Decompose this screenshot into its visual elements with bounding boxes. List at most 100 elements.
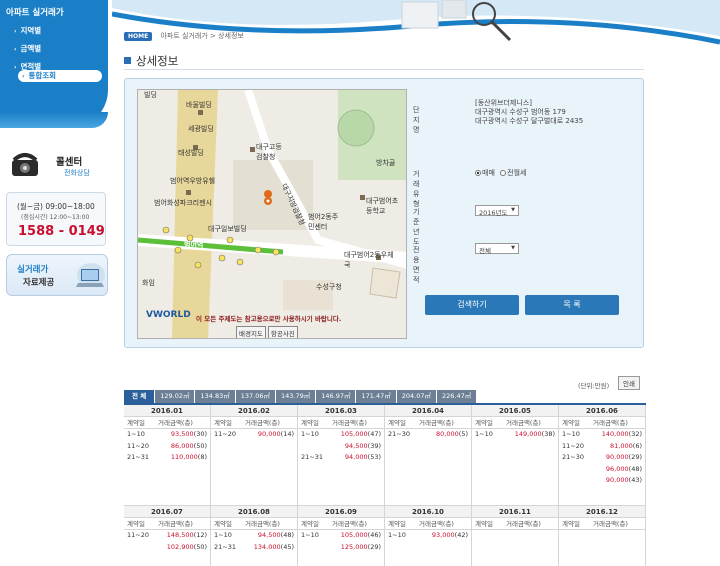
trade-amount: 96,000(48) [606,464,642,476]
chevron-down-icon: ▼ [511,245,515,251]
location-map[interactable]: 빌딩 바울빌딩 세광빌딩 태성빌딩 범어역우방유쉘 범어화성파크리젠시 대구일보… [137,89,407,339]
month-header: 2016.09 [298,506,384,518]
amount-value: 93,000 [431,531,455,539]
col-amount-label: 거래금액(층) [245,419,280,427]
col-day-label: 계약일 [214,520,232,528]
trade-amount: 110,000(8) [171,452,207,464]
map-label: 세광빌딩 [188,125,214,133]
month-block: 2016.10 계약일 거래금액(층) 1~10 93,000(42) [385,506,472,566]
amount-value: 149,000 [514,430,542,438]
trade-period: 21~31 [214,542,236,551]
map-label: 화임 [142,279,155,287]
trade-amount: 140,000(32) [602,429,642,441]
sidebar-item-combined[interactable]: › 통합조회 [18,70,102,82]
month-header: 2016.08 [211,506,297,518]
floor-value: (38) [541,430,555,438]
title-divider [124,69,644,70]
trade-amount: 81,000(6) [610,441,642,453]
amount-value: 86,000 [170,441,194,450]
home-link[interactable]: HOME [124,32,153,41]
data-provision-banner[interactable]: 실거래가 자료제공 [6,254,108,296]
floor-value: (32) [628,430,642,438]
map-warning: 이 모든 주제도는 참고용으로만 사용하시기 바랍니다. [196,315,342,323]
month-header: 2016.03 [298,405,384,417]
col-day-label: 계약일 [127,520,145,528]
road-address: 대구광역시 수성구 달구벌대로 2435 [475,117,584,125]
callcenter: 콜센터 전화상담 [8,148,106,184]
col-amount-label: 거래금액(층) [593,419,628,427]
trade-period: 11~20 [127,441,149,450]
trade-period: 1~10 [214,531,232,539]
radio-sale[interactable] [475,170,481,176]
amount-value: 102,900 [166,542,194,551]
table-row: 96,000(48) [559,464,645,476]
column-header: 계약일 거래금액(층) [472,518,558,530]
table-row: 21~31 94,000(53) [298,452,384,464]
sidebar-item-region[interactable]: › 지역별 [14,22,41,40]
tab-area[interactable]: 143.79㎡ [275,390,316,403]
tab-all[interactable]: 전 체 [124,390,155,403]
trade-amount: 93,500(30) [171,429,207,441]
col-amount-label: 거래금액(층) [158,520,193,528]
table-row: 1~10 93,000(42) [385,530,471,542]
map-label: 대구고등검찰청 [256,143,282,161]
data-banner-line2: 자료제공 [23,278,55,288]
trade-type-options: 매매 전월세 [475,169,526,178]
month-block: 2016.11 계약일 거래금액(층) [472,506,559,566]
column-header: 계약일 거래금액(층) [472,417,558,429]
tab-area[interactable]: 146.97㎡ [316,390,356,403]
trade-period: 11~20 [127,531,149,539]
tab-area[interactable]: 134.83㎡ [195,390,235,403]
print-button[interactable]: 인쇄 [618,376,640,390]
floor-value: (50) [193,441,207,450]
trade-amount: 149,000(38) [515,429,555,441]
trade-period: 21~30 [562,453,584,461]
month-header: 2016.01 [124,405,210,417]
sidebar-item-amount[interactable]: › 금액별 [14,40,41,58]
trade-period: 21~31 [301,453,323,461]
col-day-label: 계약일 [562,520,580,528]
trade-amount: 90,000(29) [606,452,642,464]
map-label: 대구범어2동우체국 [344,251,394,269]
col-amount-label: 거래금액(층) [332,520,367,528]
tab-area[interactable]: 129.02㎡ [155,390,195,403]
list-button[interactable]: 목 록 [525,295,619,315]
table-row: 21~31 134,000(45) [211,542,297,554]
amount-value: 90,000 [257,430,281,438]
complex-name: [동산위브더제니스] [475,99,532,107]
radio-rent[interactable] [500,170,507,176]
month-header: 2016.06 [559,405,645,417]
map-label: 바울빌딩 [186,101,212,109]
amount-value: 90,000 [605,476,629,484]
phone-number: 1588 - 0149 [18,224,105,239]
monthly-trade-table: 2016.01 계약일 거래금액(층) 1~10 93,500(30) 11~20 86,0… [124,405,646,566]
map-aerial-button[interactable]: 항공사진 [267,326,298,338]
table-row: 21~31 110,000(8) [124,452,210,464]
radio-rent-label: 전월세 [507,169,527,177]
col-day-label: 계약일 [214,419,232,427]
col-amount-label: 거래금액(층) [245,520,280,528]
floor-value: (30) [193,430,207,438]
floor-value: (45) [280,542,294,551]
search-button[interactable]: 검색하기 [425,295,519,315]
amount-value: 81,000 [610,441,633,450]
month-block: 2016.07 계약일 거래금액(층) 11~20 148,500(12) 102,900… [124,506,211,566]
col-day-label: 계약일 [388,419,406,427]
map-label: 빌딩 [144,91,157,99]
tab-area[interactable]: 171.47㎡ [356,390,396,403]
telephone-icon [12,153,38,176]
table-row: 1~10 149,000(38) [472,429,558,441]
col-amount-label: 거래금액(층) [506,419,541,427]
floor-value: (43) [628,476,642,484]
month-header: 2016.11 [472,506,558,518]
tab-area[interactable]: 137.06㎡ [235,390,275,403]
tab-area[interactable]: 226.47㎡ [436,390,477,403]
map-label: 수성구청 [316,283,342,291]
area-select[interactable]: 전체 ▼ [475,243,519,255]
column-header: 계약일 거래금액(층) [298,417,384,429]
year-select[interactable]: 2016년도 ▼ [475,205,519,217]
tab-area[interactable]: 204.07㎡ [396,390,436,403]
table-row: 90,000(43) [559,475,645,487]
complex-name-values: [동산위브더제니스] 대구광역시 수성구 범어동 179 대구광역시 수성구 달… [475,99,583,126]
map-background-button[interactable]: 배경지도 [236,326,266,338]
